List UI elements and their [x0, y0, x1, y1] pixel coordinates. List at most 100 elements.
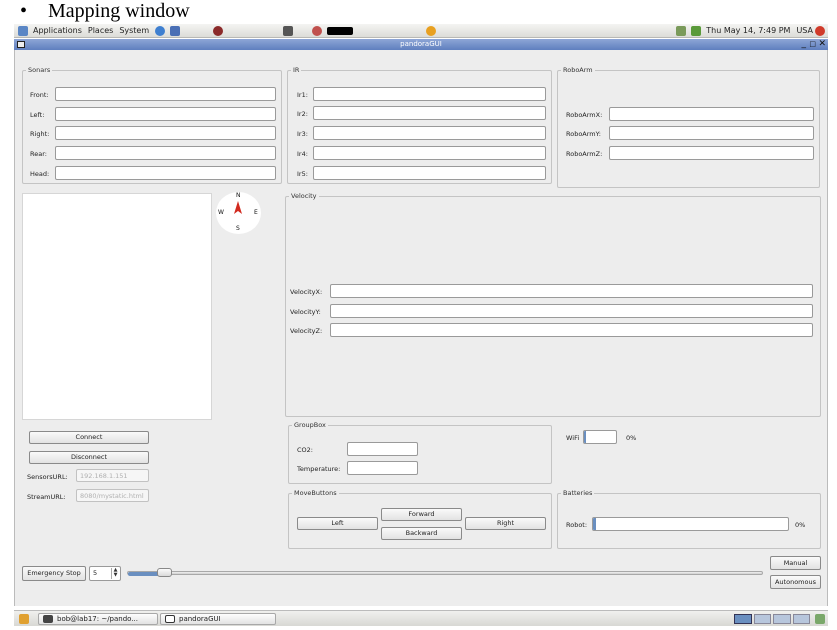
front-label: Front:: [30, 91, 49, 99]
window-menu-icon[interactable]: [17, 41, 25, 48]
co2-field[interactable]: [347, 442, 418, 456]
wifi-label: WiFi: [566, 434, 580, 442]
velocityx-label: VelocityX:: [290, 288, 323, 296]
window-title-bar[interactable]: pandoraGUI _ □ ✕: [14, 39, 828, 50]
manual-button[interactable]: Manual: [770, 556, 821, 570]
speed-spinbox[interactable]: 5 ▲ ▼: [89, 566, 121, 581]
batteries-title: Batteries: [563, 489, 593, 497]
terminal-icon[interactable]: [283, 25, 294, 36]
close-icon[interactable]: ✕: [818, 39, 826, 49]
robot-battery-progress-bar: [592, 517, 789, 531]
roboarm-title: RoboArm: [563, 66, 593, 74]
gnome-foot-icon[interactable]: [18, 25, 28, 36]
taskbar-pandoragui-label: pandoraGUI: [179, 615, 221, 623]
sonars-title: Sonars: [28, 66, 51, 74]
rear-label: Rear:: [30, 150, 47, 158]
ir1-field[interactable]: [313, 87, 546, 101]
head-field[interactable]: [55, 166, 276, 180]
workspace-switcher[interactable]: [734, 614, 810, 624]
speed-slider-track[interactable]: [127, 571, 763, 575]
rear-field[interactable]: [55, 146, 276, 160]
temperature-field[interactable]: [347, 461, 418, 475]
network-icon[interactable]: [312, 25, 323, 36]
clipboard-icon[interactable]: [691, 25, 702, 36]
system-monitor-icon: [327, 26, 354, 35]
move-right-button[interactable]: Right: [465, 517, 546, 530]
workspace-2[interactable]: [753, 614, 771, 624]
sensors-url-field[interactable]: 192.168.1.151: [76, 469, 149, 482]
maximize-icon[interactable]: □: [809, 39, 816, 49]
compass-west: W: [218, 209, 224, 216]
bullet: •: [20, 0, 28, 22]
roboarmx-label: RoboArmX:: [566, 111, 603, 119]
spin-arrows-icon[interactable]: ▲ ▼: [111, 568, 119, 579]
velocityx-field[interactable]: [330, 284, 813, 298]
document-heading: • Mapping window: [20, 0, 190, 23]
stream-url-field[interactable]: 8080/mystatic.html: [76, 489, 149, 502]
left-label: Left:: [30, 111, 45, 119]
roboarmy-field[interactable]: [609, 126, 814, 140]
bottom-panel: bob@lab17: ~/pando... pandoraGUI: [14, 610, 828, 626]
workspace-3[interactable]: [773, 614, 791, 624]
roboarmx-field[interactable]: [609, 107, 814, 121]
ir5-label: Ir5:: [297, 170, 308, 178]
ir4-field[interactable]: [313, 146, 546, 160]
velocityy-field[interactable]: [330, 304, 813, 318]
clock[interactable]: Thu May 14, 7:49 PM: [706, 26, 790, 35]
calendar-icon[interactable]: [676, 25, 687, 36]
head-label: Head:: [30, 170, 50, 178]
right-field[interactable]: [55, 126, 276, 140]
places-menu[interactable]: Places: [88, 26, 113, 35]
disconnect-button[interactable]: Disconnect: [29, 451, 149, 464]
ir3-label: Ir3:: [297, 130, 308, 138]
window-title: pandoraGUI: [400, 40, 442, 48]
emergency-stop-button[interactable]: Emergency Stop: [22, 566, 86, 581]
browser-icon[interactable]: [155, 25, 166, 36]
compass-south: S: [236, 225, 240, 232]
speed-slider-fill: [128, 572, 160, 576]
ir-title: IR: [293, 66, 300, 74]
bug-icon[interactable]: [213, 25, 224, 36]
workspace-4[interactable]: [792, 614, 810, 624]
wifi-progress-bar: [583, 430, 617, 444]
keyboard-layout[interactable]: USA: [796, 26, 813, 35]
robot-battery-progress-fill: [593, 518, 596, 530]
speed-value: 5: [93, 569, 98, 577]
velocityz-label: VelocityZ:: [290, 327, 323, 335]
move-left-button[interactable]: Left: [297, 517, 378, 530]
trash-icon[interactable]: [815, 614, 825, 624]
velocity-title: Velocity: [291, 192, 317, 200]
velocityz-field[interactable]: [330, 323, 813, 337]
move-forward-button[interactable]: Forward: [381, 508, 462, 521]
compass-east: E: [254, 209, 258, 216]
ir3-field[interactable]: [313, 126, 546, 140]
system-menu[interactable]: System: [119, 26, 149, 35]
terminal-icon: [43, 615, 53, 623]
co2-label: CO2:: [297, 446, 313, 454]
minimize-icon[interactable]: _: [802, 39, 807, 49]
ir5-field[interactable]: [313, 166, 546, 180]
ir2-label: Ir2:: [297, 110, 308, 118]
speed-slider-handle[interactable]: [157, 568, 172, 577]
workspace-1[interactable]: [734, 614, 752, 624]
roboarmz-label: RoboArmZ:: [566, 150, 603, 158]
update-notifier-icon[interactable]: [426, 25, 437, 36]
connect-button[interactable]: Connect: [29, 431, 149, 444]
ir4-label: Ir4:: [297, 150, 308, 158]
front-field[interactable]: [55, 87, 276, 101]
map-canvas[interactable]: [22, 193, 212, 420]
autonomous-button[interactable]: Autonomous: [770, 575, 821, 589]
show-desktop-icon[interactable]: [19, 614, 29, 624]
taskbar-pandoragui[interactable]: pandoraGUI: [160, 613, 276, 625]
power-icon[interactable]: [815, 25, 825, 36]
roboarmy-label: RoboArmY:: [566, 130, 601, 138]
left-field[interactable]: [55, 107, 276, 121]
ir1-label: Ir1:: [297, 91, 308, 99]
wifi-progress-fill: [584, 431, 586, 443]
roboarmz-field[interactable]: [609, 146, 814, 160]
mail-icon[interactable]: [170, 25, 181, 36]
taskbar-terminal[interactable]: bob@lab17: ~/pando...: [38, 613, 158, 625]
move-backward-button[interactable]: Backward: [381, 527, 462, 540]
ir2-field[interactable]: [313, 106, 546, 120]
applications-menu[interactable]: Applications: [33, 26, 82, 35]
